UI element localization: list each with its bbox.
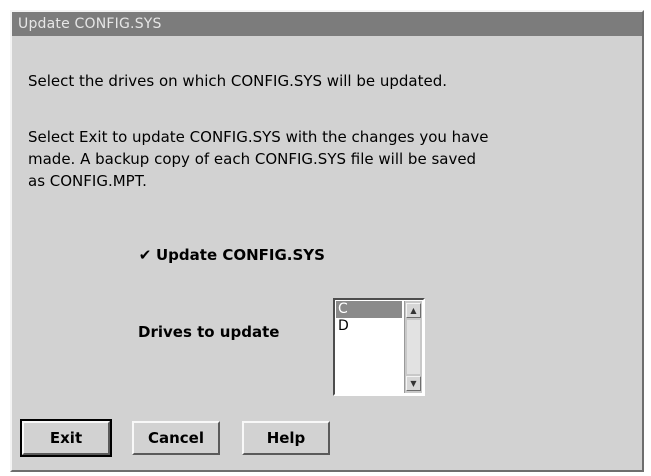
cancel-button[interactable]: Cancel: [132, 421, 220, 455]
window-title-bar: Update CONFIG.SYS: [12, 12, 642, 36]
instruction-text-2: Select Exit to update CONFIG.SYS with th…: [28, 128, 489, 190]
scroll-up-arrow-icon[interactable]: ▲: [406, 303, 421, 318]
drives-to-update-label: Drives to update: [138, 323, 280, 341]
drives-list-scrollbar[interactable]: ▲ ▼: [404, 301, 422, 393]
update-config-checkbox-row[interactable]: ✔ Update CONFIG.SYS: [138, 245, 325, 265]
help-button[interactable]: Help: [242, 421, 330, 455]
instruction-text-1: Select the drives on which CONFIG.SYS wi…: [28, 72, 448, 90]
scroll-down-arrow-icon[interactable]: ▼: [406, 376, 421, 391]
exit-button[interactable]: Exit: [20, 419, 112, 457]
update-config-checkbox[interactable]: ✔: [138, 247, 152, 263]
drives-list-items: C D: [336, 301, 402, 335]
drives-listbox[interactable]: C D ▲ ▼: [333, 298, 425, 396]
update-config-checkbox-label: Update CONFIG.SYS: [156, 246, 325, 264]
list-item-drive-c[interactable]: C: [336, 301, 402, 318]
scroll-track[interactable]: [407, 320, 420, 374]
list-item-drive-d[interactable]: D: [336, 318, 402, 335]
window-title: Update CONFIG.SYS: [18, 16, 162, 32]
update-config-dialog: Update CONFIG.SYS Select the drives on w…: [10, 10, 644, 472]
